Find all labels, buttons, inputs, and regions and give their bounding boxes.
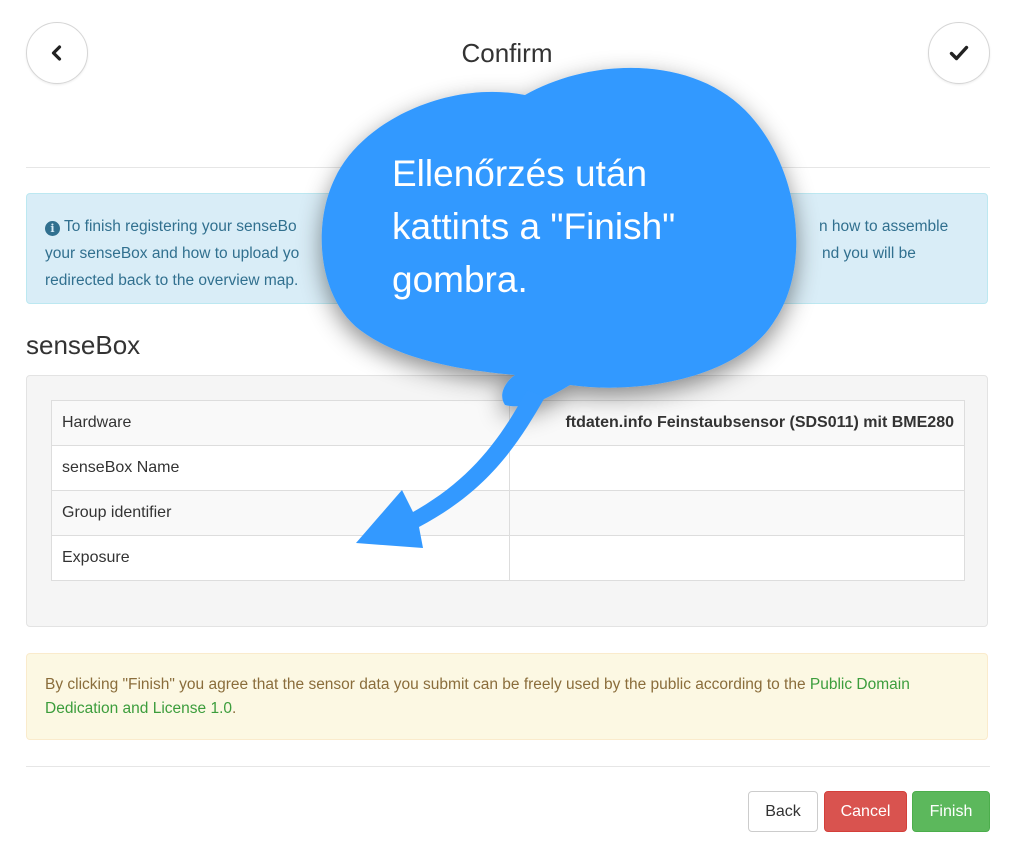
- row-label-exposure: Exposure: [51, 535, 510, 581]
- agreement-text: By clicking "Finish" you agree that the …: [45, 676, 810, 693]
- info-circle-icon: i: [45, 221, 60, 236]
- table-row: senseBox Name: [51, 445, 965, 491]
- footer-divider: [26, 766, 990, 767]
- row-label-group-identifier: Group identifier: [51, 490, 510, 536]
- row-value-sensebox-name: [509, 445, 965, 491]
- details-panel: Hardware ftdaten.info Feinstaubsensor (S…: [26, 375, 988, 627]
- callout-line1: Ellenőrzés után: [392, 153, 648, 194]
- finish-button[interactable]: Finish: [912, 791, 990, 832]
- agreement-notice: By clicking "Finish" you agree that the …: [26, 653, 988, 740]
- details-table: Hardware ftdaten.info Feinstaubsensor (S…: [51, 400, 965, 581]
- info-text-line1-end: n how to assemble: [819, 218, 949, 235]
- page-title: Confirm: [461, 38, 553, 68]
- callout-line3: gombra.: [392, 259, 528, 300]
- row-value-group-identifier: [509, 490, 965, 536]
- callout-text: Ellenőrzés után kattints a "Finish" gomb…: [392, 147, 772, 306]
- row-value-exposure: [509, 535, 965, 581]
- row-label-hardware: Hardware: [51, 400, 510, 446]
- row-value-hardware: ftdaten.info Feinstaubsensor (SDS011) mi…: [509, 400, 965, 446]
- confirm-circle-button[interactable]: [928, 22, 990, 84]
- agreement-end: .: [232, 700, 237, 717]
- checkmark-icon: [949, 45, 969, 61]
- cancel-button[interactable]: Cancel: [824, 791, 907, 832]
- info-text-line1-start: To finish registering your senseBo: [64, 218, 297, 235]
- info-text-line3: redirected back to the overview map.: [45, 272, 299, 289]
- callout-line2: kattints a "Finish": [392, 206, 676, 247]
- info-text-line2-end: nd you will be: [822, 245, 916, 262]
- table-row: Hardware ftdaten.info Feinstaubsensor (S…: [51, 400, 965, 446]
- section-title: senseBox: [26, 330, 141, 360]
- row-label-sensebox-name: senseBox Name: [51, 445, 510, 491]
- table-row: Exposure: [51, 535, 965, 581]
- back-button[interactable]: Back: [748, 791, 818, 832]
- info-text-line2-start: your senseBox and how to upload yo: [45, 245, 300, 262]
- table-row: Group identifier: [51, 490, 965, 536]
